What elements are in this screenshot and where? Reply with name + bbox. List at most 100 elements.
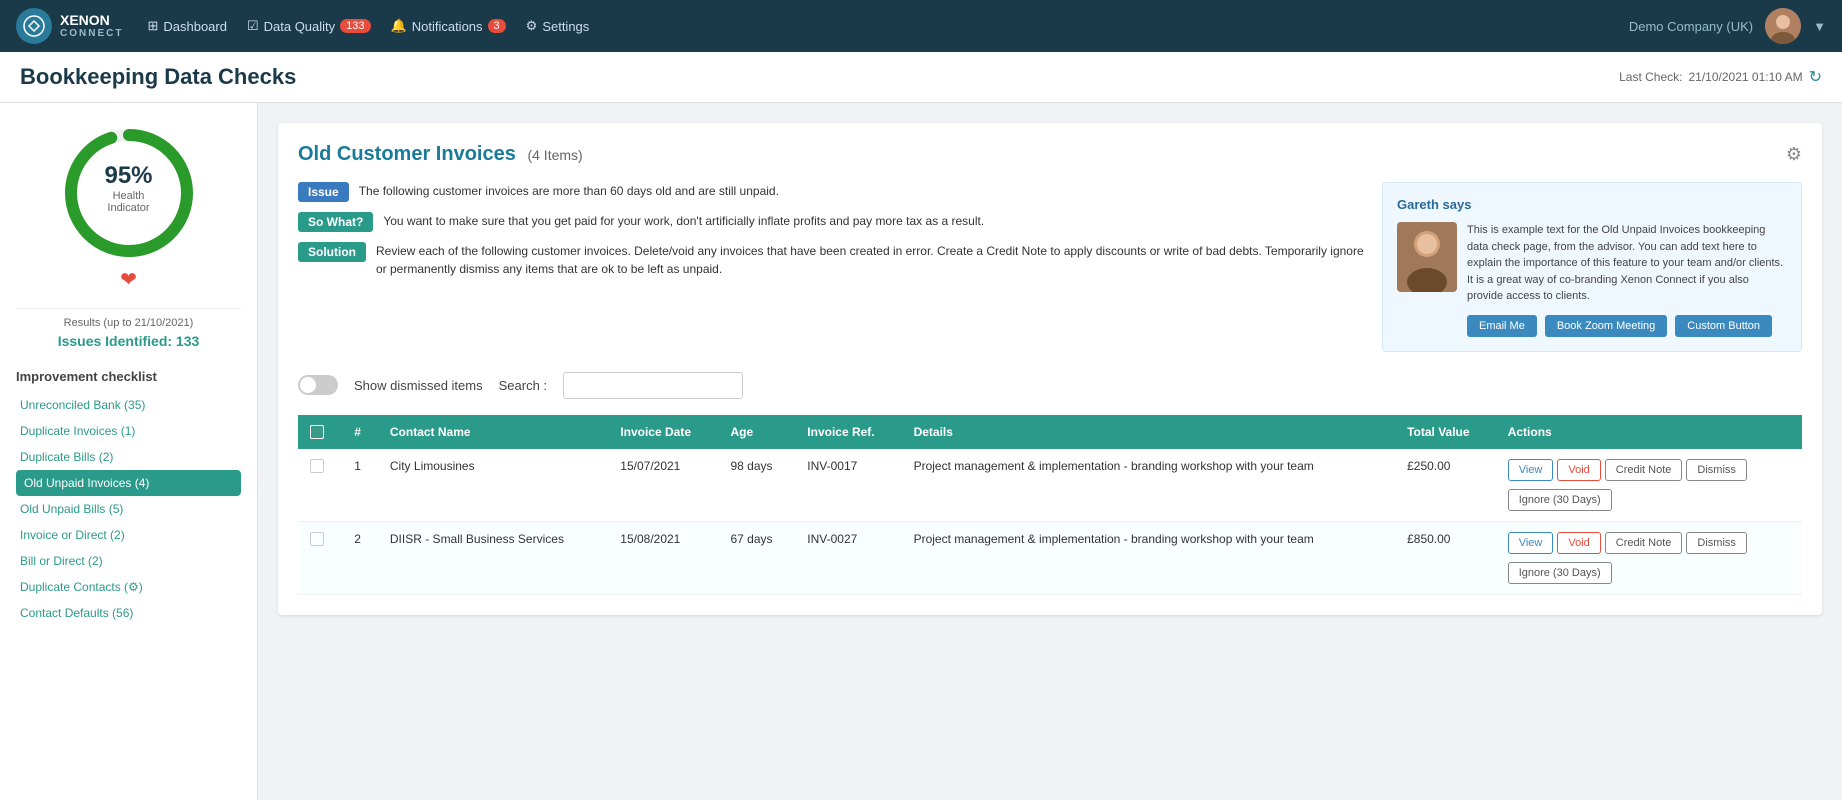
nav-data-quality[interactable]: ☑ Data Quality 133 <box>247 18 371 34</box>
row2-date: 15/08/2021 <box>608 521 718 594</box>
grid-icon: ⊞ <box>147 18 158 34</box>
sidebar: 95% Health Indicator ❤ Results (up to 21… <box>0 103 258 800</box>
sidebar-item-dup-invoices[interactable]: Duplicate Invoices (1) <box>16 418 241 444</box>
health-text: 95% Health Indicator <box>94 162 164 214</box>
results-info: Results (up to 21/10/2021) Issues Identi… <box>16 308 241 357</box>
content-area: Old Customer Invoices (4 Items) ⚙ Issue … <box>258 103 1842 800</box>
advisor-text: This is example text for the Old Unpaid … <box>1467 222 1787 305</box>
row1-ignore-button[interactable]: Ignore (30 Days) <box>1508 489 1612 511</box>
page-title: Bookkeeping Data Checks <box>20 64 296 90</box>
row2-actions-row2: Ignore (30 Days) <box>1508 558 1790 584</box>
row2-value: £850.00 <box>1395 521 1496 594</box>
row2-ref: INV-0027 <box>795 521 901 594</box>
top-nav: XENON CONNECT ⊞ Dashboard ☑ Data Quality… <box>0 0 1842 52</box>
row1-num: 1 <box>342 449 378 522</box>
card-title-row: Old Customer Invoices (4 Items) <box>298 143 583 166</box>
row2-view-button[interactable]: View <box>1508 532 1554 554</box>
nav-settings[interactable]: ⚙ Settings <box>526 18 590 34</box>
sowhat-row: So What? You want to make sure that you … <box>298 212 1366 232</box>
book-zoom-button[interactable]: Book Zoom Meeting <box>1545 315 1667 337</box>
solution-row: Solution Review each of the following cu… <box>298 242 1366 278</box>
nav-dashboard[interactable]: ⊞ Dashboard <box>147 18 227 34</box>
row1-checkbox[interactable] <box>310 459 324 473</box>
row1-actions-row1: View Void Credit Note Dismiss <box>1508 459 1790 481</box>
sowhat-tag: So What? <box>298 212 373 232</box>
col-contact: Contact Name <box>378 415 608 449</box>
row2-contact: DIISR - Small Business Services <box>378 521 608 594</box>
col-num: # <box>342 415 378 449</box>
row2-dismiss-button[interactable]: Dismiss <box>1686 532 1747 554</box>
search-input[interactable] <box>563 372 743 399</box>
row2-checkbox[interactable] <box>310 532 324 546</box>
table-body: 1 City Limousines 15/07/2021 98 days INV… <box>298 449 1802 595</box>
email-me-button[interactable]: Email Me <box>1467 315 1537 337</box>
row2-checkbox-cell <box>298 521 342 594</box>
row1-date: 15/07/2021 <box>608 449 718 522</box>
sidebar-item-bill-direct[interactable]: Bill or Direct (2) <box>16 548 241 574</box>
check-icon: ☑ <box>247 18 259 34</box>
table-row: 2 DIISR - Small Business Services 15/08/… <box>298 521 1802 594</box>
logo-icon <box>16 8 52 44</box>
sidebar-item-old-unpaid[interactable]: Old Unpaid Invoices (4) <box>16 470 241 496</box>
dismissed-toggle[interactable] <box>298 375 338 395</box>
solution-tag: Solution <box>298 242 366 262</box>
heart-icon: ❤ <box>120 267 137 292</box>
health-indicator: 95% Health Indicator ❤ <box>16 123 241 308</box>
refresh-icon[interactable]: ↻ <box>1809 67 1822 87</box>
sidebar-item-unreconciled[interactable]: Unreconciled Bank (35) <box>16 392 241 418</box>
custom-button[interactable]: Custom Button <box>1675 315 1772 337</box>
results-label: Results (up to 21/10/2021) <box>16 317 241 329</box>
settings-gear-icon: ⚙ <box>526 18 538 34</box>
data-table: # Contact Name Invoice Date Age Invoice … <box>298 415 1802 595</box>
improvement-title: Improvement checklist <box>16 369 241 384</box>
main-card: Old Customer Invoices (4 Items) ⚙ Issue … <box>278 123 1822 615</box>
row1-checkbox-cell <box>298 449 342 522</box>
health-percent: 95% <box>94 162 164 190</box>
sidebar-item-dup-contacts[interactable]: Duplicate Contacts (⚙) <box>16 574 241 600</box>
sidebar-item-dup-bills[interactable]: Duplicate Bills (2) <box>16 444 241 470</box>
notifications-badge: 3 <box>488 19 506 33</box>
advisor-buttons: Email Me Book Zoom Meeting Custom Button <box>1467 315 1787 337</box>
row1-dismiss-button[interactable]: Dismiss <box>1686 459 1747 481</box>
info-left: Issue The following customer invoices ar… <box>298 182 1366 352</box>
card-settings-icon[interactable]: ⚙ <box>1786 144 1802 165</box>
sidebar-item-old-bills[interactable]: Old Unpaid Bills (5) <box>16 496 241 522</box>
avatar-chevron-icon: ▼ <box>1813 19 1826 34</box>
row2-credit-note-button[interactable]: Credit Note <box>1605 532 1683 554</box>
info-section: Issue The following customer invoices ar… <box>298 182 1802 352</box>
col-actions: Actions <box>1496 415 1802 449</box>
user-avatar[interactable] <box>1765 8 1801 44</box>
row1-details: Project management & implementation - br… <box>902 449 1396 522</box>
col-ref: Invoice Ref. <box>795 415 901 449</box>
row2-ignore-button[interactable]: Ignore (30 Days) <box>1508 562 1612 584</box>
company-label: Demo Company (UK) <box>1629 19 1753 34</box>
checklist: Unreconciled Bank (35) Duplicate Invoice… <box>16 392 241 626</box>
row2-num: 2 <box>342 521 378 594</box>
health-circle: 95% Health Indicator <box>59 123 199 263</box>
last-check: Last Check: 21/10/2021 01:10 AM ↻ <box>1619 67 1822 87</box>
sidebar-item-contact-defaults[interactable]: Contact Defaults (56) <box>16 600 241 626</box>
col-details: Details <box>902 415 1396 449</box>
search-label: Search : <box>499 378 547 393</box>
row2-void-button[interactable]: Void <box>1557 532 1600 554</box>
row2-age: 67 days <box>718 521 795 594</box>
logo[interactable]: XENON CONNECT <box>16 8 123 44</box>
nav-notifications[interactable]: 🔔 Notifications 3 <box>391 18 506 34</box>
row1-void-button[interactable]: Void <box>1557 459 1600 481</box>
select-all-checkbox[interactable] <box>310 425 324 439</box>
item-count: (4 Items) <box>527 147 582 163</box>
col-value: Total Value <box>1395 415 1496 449</box>
advisor-text-col: This is example text for the Old Unpaid … <box>1467 222 1787 337</box>
advisor-name: Gareth says <box>1397 197 1787 212</box>
col-age: Age <box>718 415 795 449</box>
advisor-avatar <box>1397 222 1457 292</box>
table-row: 1 City Limousines 15/07/2021 98 days INV… <box>298 449 1802 522</box>
row1-credit-note-button[interactable]: Credit Note <box>1605 459 1683 481</box>
health-label: Health Indicator <box>94 190 164 214</box>
sidebar-item-invoice-direct[interactable]: Invoice or Direct (2) <box>16 522 241 548</box>
sowhat-text: You want to make sure that you get paid … <box>383 212 984 230</box>
toggle-label: Show dismissed items <box>354 378 483 393</box>
filter-bar: Show dismissed items Search : <box>298 372 1802 399</box>
row1-actions: View Void Credit Note Dismiss Ignore (30… <box>1496 449 1802 522</box>
row1-view-button[interactable]: View <box>1508 459 1554 481</box>
